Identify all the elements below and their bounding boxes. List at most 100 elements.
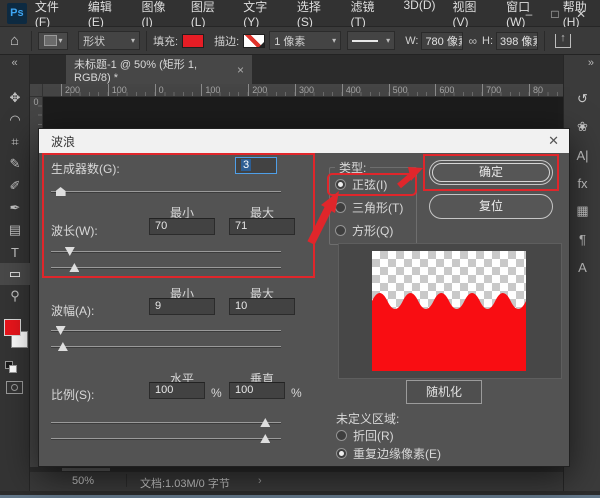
expand-panels-icon[interactable]: » xyxy=(564,55,600,71)
quick-mask-icon[interactable] xyxy=(6,381,23,394)
status-bar: 50% 文档:1.03M/0 字节 › xyxy=(30,467,563,491)
scale-horizontal-input[interactable]: 100 xyxy=(149,382,205,399)
scrollbar-thumb[interactable] xyxy=(62,468,110,471)
type-tool[interactable]: T xyxy=(0,241,30,263)
maximize-button[interactable]: □ xyxy=(542,0,568,27)
undefined-area-label: 未定义区域: xyxy=(336,410,399,427)
menu-item[interactable]: 文字(Y) xyxy=(243,0,280,29)
ruler-tick: 300 xyxy=(295,84,342,96)
ruler-corner xyxy=(30,84,43,97)
zoom-tool[interactable]: ⚲ xyxy=(0,285,30,307)
amplitude-max-input[interactable]: 10 xyxy=(229,298,295,315)
wavelength-min-slider[interactable] xyxy=(51,246,281,257)
tool-list: ✥ ◠ ⌗ ✎ ✐ ✒ ▤ T ▭ ⚲ xyxy=(0,87,30,307)
menu-item[interactable]: 滤镜(T) xyxy=(350,0,386,29)
generators-input[interactable]: 3 xyxy=(235,157,277,174)
scale-horizontal-slider[interactable] xyxy=(51,417,281,428)
type-radio-option[interactable]: 正弦(I) xyxy=(335,177,387,192)
radio-icon[interactable] xyxy=(336,430,347,441)
stroke-color-swatch[interactable] xyxy=(243,34,265,48)
home-icon[interactable]: ⌂ xyxy=(10,32,19,49)
scale-vertical-input[interactable]: 100 xyxy=(229,382,285,399)
menu-item[interactable]: 编辑(E) xyxy=(88,0,125,29)
menu-item[interactable]: 3D(D) xyxy=(403,0,435,29)
pen-tool[interactable]: ✒ xyxy=(0,197,30,219)
undefined-area-option[interactable]: 折回(R) xyxy=(336,428,394,443)
share-icon[interactable]: ↑ xyxy=(555,34,571,48)
horizontal-ruler: 200100010020030040050060070080 xyxy=(30,84,563,97)
lasso-tool[interactable]: ◠ xyxy=(0,109,30,131)
chevron-down-icon: ▾ xyxy=(131,36,135,45)
shape-width-field[interactable]: 780 像素 xyxy=(421,32,463,50)
collapse-panel-icon[interactable]: « xyxy=(0,55,29,71)
menu-item[interactable]: 文件(F) xyxy=(35,0,71,29)
amplitude-max-slider[interactable] xyxy=(51,341,281,352)
minimize-button[interactable]: – xyxy=(516,0,542,27)
document-tab-bar: 未标题-1 @ 50% (矩形 1, RGB/8) * × xyxy=(30,55,563,84)
scale-vertical-slider[interactable] xyxy=(51,433,281,444)
amplitude-label: 波幅(A): xyxy=(51,302,94,319)
tool-preset-icon xyxy=(44,35,57,46)
wave-preview-image xyxy=(372,251,526,371)
crop-tool[interactable]: ⌗ xyxy=(0,131,30,153)
undefined-area-option[interactable]: 重复边缘像素(E) xyxy=(336,446,441,461)
radio-label: 正弦(I) xyxy=(352,176,387,193)
dialog-title-bar[interactable]: 波浪 ✕ xyxy=(39,129,569,153)
stroke-style-select[interactable]: ▾ xyxy=(347,31,395,50)
zoom-level-field[interactable]: 50% xyxy=(72,475,94,487)
ruler-tick: 100 xyxy=(108,84,155,96)
radio-icon[interactable] xyxy=(336,448,347,459)
menu-item[interactable]: 选择(S) xyxy=(297,0,334,29)
move-tool[interactable]: ✥ xyxy=(0,87,30,109)
slider-thumb[interactable] xyxy=(56,187,66,196)
ruler-tick: 200 xyxy=(61,84,108,96)
radio-icon[interactable] xyxy=(335,202,346,213)
chevron-down-icon: ▾ xyxy=(386,36,390,45)
wavelength-max-input[interactable]: 71 xyxy=(229,218,295,235)
tools-panel: « ✥ ◠ ⌗ ✎ ✐ ✒ ▤ T ▭ ⚲ xyxy=(0,55,30,491)
horizontal-scrollbar[interactable] xyxy=(30,467,563,472)
randomize-button[interactable]: 随机化 xyxy=(406,380,482,404)
wavelength-max-slider[interactable] xyxy=(51,262,281,273)
menu-item[interactable]: 视图(V) xyxy=(452,0,489,29)
amplitude-min-slider[interactable] xyxy=(51,325,281,336)
document-tab[interactable]: 未标题-1 @ 50% (矩形 1, RGB/8) * × xyxy=(66,55,252,84)
tool-mode-select[interactable]: 形状 ▾ xyxy=(78,31,140,50)
amplitude-min-input[interactable]: 9 xyxy=(149,298,215,315)
window-controls: – □ ✕ xyxy=(516,0,594,27)
radio-label: 三角形(T) xyxy=(352,199,403,216)
history-panel-icon[interactable]: ↺ xyxy=(564,85,600,113)
type-radio-option[interactable]: 三角形(T) xyxy=(335,200,403,215)
wave-shape xyxy=(372,251,526,371)
ruler-origin: 0 xyxy=(33,97,38,107)
default-colors-icon[interactable] xyxy=(5,361,17,373)
brush-tool[interactable]: ✐ xyxy=(0,175,30,197)
window-bottom-edge xyxy=(0,491,600,498)
close-button[interactable]: ✕ xyxy=(568,0,594,27)
gradient-tool[interactable]: ▤ xyxy=(0,219,30,241)
tool-preset-picker[interactable]: ▾ xyxy=(38,32,68,50)
dialog-close-icon[interactable]: ✕ xyxy=(548,133,559,149)
tab-close-icon[interactable]: × xyxy=(237,63,244,77)
link-dimensions-icon[interactable]: ∞ xyxy=(468,34,477,48)
photoshop-window: Ps 文件(F)编辑(E)图像(I)图层(L)文字(Y)选择(S)滤镜(T)3D… xyxy=(0,0,600,498)
fill-color-swatch[interactable] xyxy=(182,34,204,48)
eyedropper-tool[interactable]: ✎ xyxy=(0,153,30,175)
wavelength-min-input[interactable]: 70 xyxy=(149,218,215,235)
ruler-tick: 0 xyxy=(155,84,202,96)
foreground-color-swatch[interactable] xyxy=(4,319,21,336)
chevron-down-icon: ▾ xyxy=(332,36,336,45)
stroke-width-select[interactable]: 1 像素 ▾ xyxy=(269,31,341,50)
status-chevron-icon[interactable]: › xyxy=(258,475,262,487)
shape-tool[interactable]: ▭ xyxy=(0,263,30,285)
reset-button[interactable]: 复位 xyxy=(429,194,553,219)
menu-item[interactable]: 图像(I) xyxy=(141,0,173,29)
menu-item[interactable]: 图层(L) xyxy=(191,0,226,29)
radio-icon[interactable] xyxy=(335,225,346,236)
generators-slider[interactable] xyxy=(51,186,281,197)
radio-icon[interactable] xyxy=(335,179,346,190)
ok-button[interactable]: 确定 xyxy=(429,160,553,185)
shape-height-field[interactable]: 398 像素 xyxy=(496,32,538,50)
type-radio-option[interactable]: 方形(Q) xyxy=(335,223,393,238)
chevron-down-icon: ▾ xyxy=(59,36,63,45)
